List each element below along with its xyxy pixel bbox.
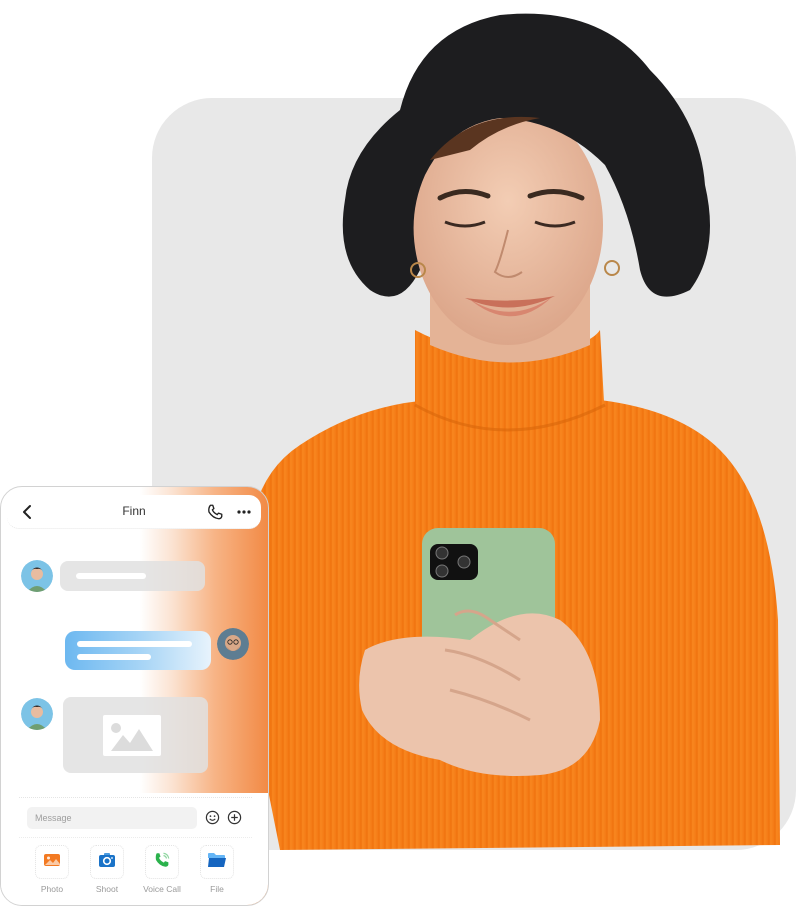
- contact-avatar[interactable]: [21, 560, 53, 592]
- voice-call-icon: [153, 851, 171, 874]
- divider: [19, 797, 252, 798]
- shoot-tile: [90, 845, 124, 879]
- shoot-label: Shoot: [95, 884, 119, 894]
- image-icon: [103, 715, 161, 756]
- phone-icon[interactable]: [206, 503, 224, 521]
- attachment-actions: Photo Shoot Voice Call File: [1, 845, 268, 905]
- photo-button[interactable]: Photo: [22, 845, 82, 897]
- camera-icon: [98, 852, 116, 873]
- file-label: File: [210, 884, 224, 894]
- voice-call-label: Voice Call: [143, 884, 181, 894]
- voice-call-button[interactable]: Voice Call: [132, 845, 192, 897]
- chat-window: Finn Message Photo Shoot Voice Call File: [0, 486, 269, 906]
- my-avatar[interactable]: [217, 628, 249, 660]
- file-tile: [200, 845, 234, 879]
- photo-tile: [35, 845, 69, 879]
- composer: Photo Shoot Voice Call: [1, 793, 268, 905]
- incoming-message-bubble: [60, 561, 205, 591]
- shoot-button[interactable]: Shoot: [77, 845, 137, 897]
- message-input[interactable]: [27, 807, 197, 829]
- photo-icon: [43, 852, 61, 873]
- emoji-smile-icon[interactable]: [205, 810, 220, 825]
- divider: [19, 837, 252, 838]
- plus-circle-icon[interactable]: [227, 810, 242, 825]
- file-button[interactable]: File: [187, 845, 247, 897]
- contact-avatar[interactable]: [21, 698, 53, 730]
- more-horizontal-icon[interactable]: [235, 503, 253, 521]
- folder-icon: [207, 852, 227, 873]
- incoming-image-message[interactable]: [63, 697, 208, 773]
- voice-call-tile: [145, 845, 179, 879]
- chat-header: Finn: [7, 495, 261, 529]
- outgoing-message-bubble: [65, 631, 211, 670]
- photo-label: Photo: [40, 884, 64, 894]
